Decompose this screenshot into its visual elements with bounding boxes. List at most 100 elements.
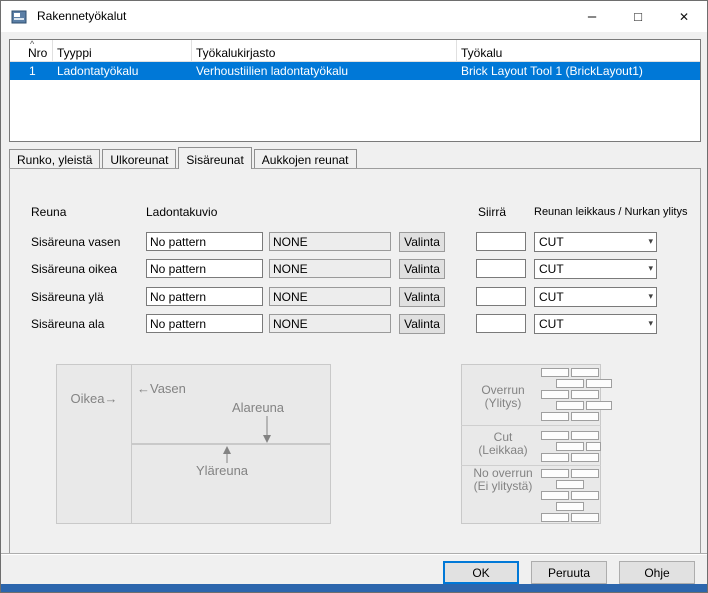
valinta-button[interactable]: Valinta <box>399 287 445 307</box>
ok-button[interactable]: OK <box>443 561 519 584</box>
arrow-left-icon: ← <box>137 381 150 396</box>
valinta-button[interactable]: Valinta <box>399 232 445 252</box>
sort-ascending-icon: ^ <box>30 40 34 49</box>
label-vasen: ←Vasen <box>137 381 186 396</box>
header-ladontakuvio: Ladontakuvio <box>146 205 217 219</box>
header-reuna: Reuna <box>31 205 66 219</box>
pattern-input[interactable] <box>146 314 263 333</box>
arrow-down-icon <box>262 416 272 443</box>
brick <box>571 469 599 478</box>
tool-row-selected[interactable]: 1 Ladontatyökalu Verhoustiilien ladontat… <box>10 62 700 80</box>
library-input[interactable] <box>269 314 391 333</box>
brick <box>541 431 569 440</box>
row-label-sisareuna-yla: Sisäreuna ylä <box>31 290 104 304</box>
brick <box>541 469 569 478</box>
cut-select[interactable]: CUT <box>534 232 657 252</box>
brick <box>586 379 612 388</box>
tool-list-header: ^ Nro Tyyppi Työkalukirjasto Työkalu <box>10 40 700 62</box>
cut-select-wrap: CUT ▾ <box>534 259 657 279</box>
titlebar[interactable]: Rakennetyökalut – □ ✕ <box>1 1 707 32</box>
brick <box>571 390 599 399</box>
brick <box>541 491 569 500</box>
siirra-input[interactable] <box>476 287 526 306</box>
window-controls: – □ ✕ <box>569 1 707 32</box>
edge-diagram-top-cell <box>131 364 331 444</box>
arrow-right-icon: → <box>104 391 117 406</box>
label-alareuna: Alareuna <box>232 400 284 415</box>
brick <box>556 379 584 388</box>
siirra-input[interactable] <box>476 314 526 333</box>
library-input[interactable] <box>269 232 391 251</box>
column-header-tyokalukirjasto[interactable]: Työkalukirjasto <box>192 40 457 62</box>
tool-list: ^ Nro Tyyppi Työkalukirjasto Työkalu 1 L… <box>9 39 701 142</box>
siirra-input[interactable] <box>476 232 526 251</box>
cell-tyokalu: Brick Layout Tool 1 (BrickLayout1) <box>457 64 700 78</box>
column-header-nro[interactable]: ^ Nro <box>10 40 53 62</box>
brick <box>586 442 601 451</box>
app-icon <box>11 9 27 25</box>
pattern-input[interactable] <box>146 287 263 306</box>
label-ylareuna: Yläreuna <box>196 463 248 478</box>
cell-tyyppi: Ladontatyökalu <box>53 64 192 78</box>
dialog-rakennetyokalut: Rakennetyökalut – □ ✕ ^ Nro Tyyppi Työka… <box>0 0 708 593</box>
brick <box>571 453 599 462</box>
cut-select[interactable]: CUT <box>534 314 657 334</box>
arrow-up-icon <box>222 446 232 463</box>
cut-select[interactable]: CUT <box>534 259 657 279</box>
brick <box>541 368 569 377</box>
tab-sisareunat[interactable]: Sisäreunat <box>178 147 251 169</box>
peruuta-button[interactable]: Peruuta <box>531 561 607 584</box>
brick <box>556 442 584 451</box>
brick <box>556 401 584 410</box>
brick <box>571 491 599 500</box>
footer-separator <box>1 553 708 554</box>
minimize-icon: – <box>588 8 596 25</box>
pattern-input[interactable] <box>146 259 263 278</box>
pattern-input[interactable] <box>146 232 263 251</box>
header-siirra: Siirrä <box>478 205 506 219</box>
header-leikkaus: Reunan leikkaus / Nurkan ylitys <box>534 206 687 218</box>
ohje-button[interactable]: Ohje <box>619 561 695 584</box>
row-label-sisareuna-ala: Sisäreuna ala <box>31 317 104 331</box>
brick <box>571 368 599 377</box>
cut-select-wrap: CUT ▾ <box>534 287 657 307</box>
label-cut: Cut (Leikkaa) <box>461 431 545 457</box>
brick <box>541 412 569 421</box>
cut-select-wrap: CUT ▾ <box>534 232 657 252</box>
siirra-input[interactable] <box>476 259 526 278</box>
library-input[interactable] <box>269 287 391 306</box>
brick <box>556 480 584 489</box>
row-label-sisareuna-vasen: Sisäreuna vasen <box>31 235 120 249</box>
valinta-button[interactable]: Valinta <box>399 259 445 279</box>
window-title: Rakennetyökalut <box>37 9 126 23</box>
brick <box>541 513 569 522</box>
edge-diagram-left-cell <box>56 364 132 524</box>
cut-select-wrap: CUT ▾ <box>534 314 657 334</box>
brick <box>571 431 599 440</box>
tab-runko-yleista[interactable]: Runko, yleistä <box>9 149 100 168</box>
tab-aukkojen-reunat[interactable]: Aukkojen reunat <box>254 149 357 168</box>
tab-panel-sisareunat: Reuna Ladontakuvio Siirrä Reunan leikkau… <box>9 168 701 553</box>
maximize-button[interactable]: □ <box>615 1 661 32</box>
label-oikea: Oikea→ <box>56 391 132 406</box>
bottom-accent-strip <box>1 584 707 592</box>
close-button[interactable]: ✕ <box>661 1 707 32</box>
brick <box>586 401 612 410</box>
column-header-tyyppi[interactable]: Tyyppi <box>53 40 192 62</box>
overrun-divider <box>461 425 601 426</box>
library-input[interactable] <box>269 259 391 278</box>
column-header-tyokalu[interactable]: Työkalu <box>457 40 700 62</box>
brick <box>541 453 569 462</box>
minimize-button[interactable]: – <box>569 1 615 32</box>
close-icon: ✕ <box>679 10 689 24</box>
brick <box>556 502 584 511</box>
label-no-overrun: No overrun (Ei ylitystä) <box>461 467 545 493</box>
brick <box>571 513 599 522</box>
label-overrun: Overrun (Ylitys) <box>461 384 545 410</box>
valinta-button[interactable]: Valinta <box>399 314 445 334</box>
cut-select[interactable]: CUT <box>534 287 657 307</box>
tab-ulkoreunat[interactable]: Ulkoreunat <box>102 149 176 168</box>
tab-bar: Runko, yleistä Ulkoreunat Sisäreunat Auk… <box>9 147 359 169</box>
cell-tyokalukirjasto: Verhoustiilien ladontatyökalu <box>192 64 457 78</box>
brick <box>541 390 569 399</box>
